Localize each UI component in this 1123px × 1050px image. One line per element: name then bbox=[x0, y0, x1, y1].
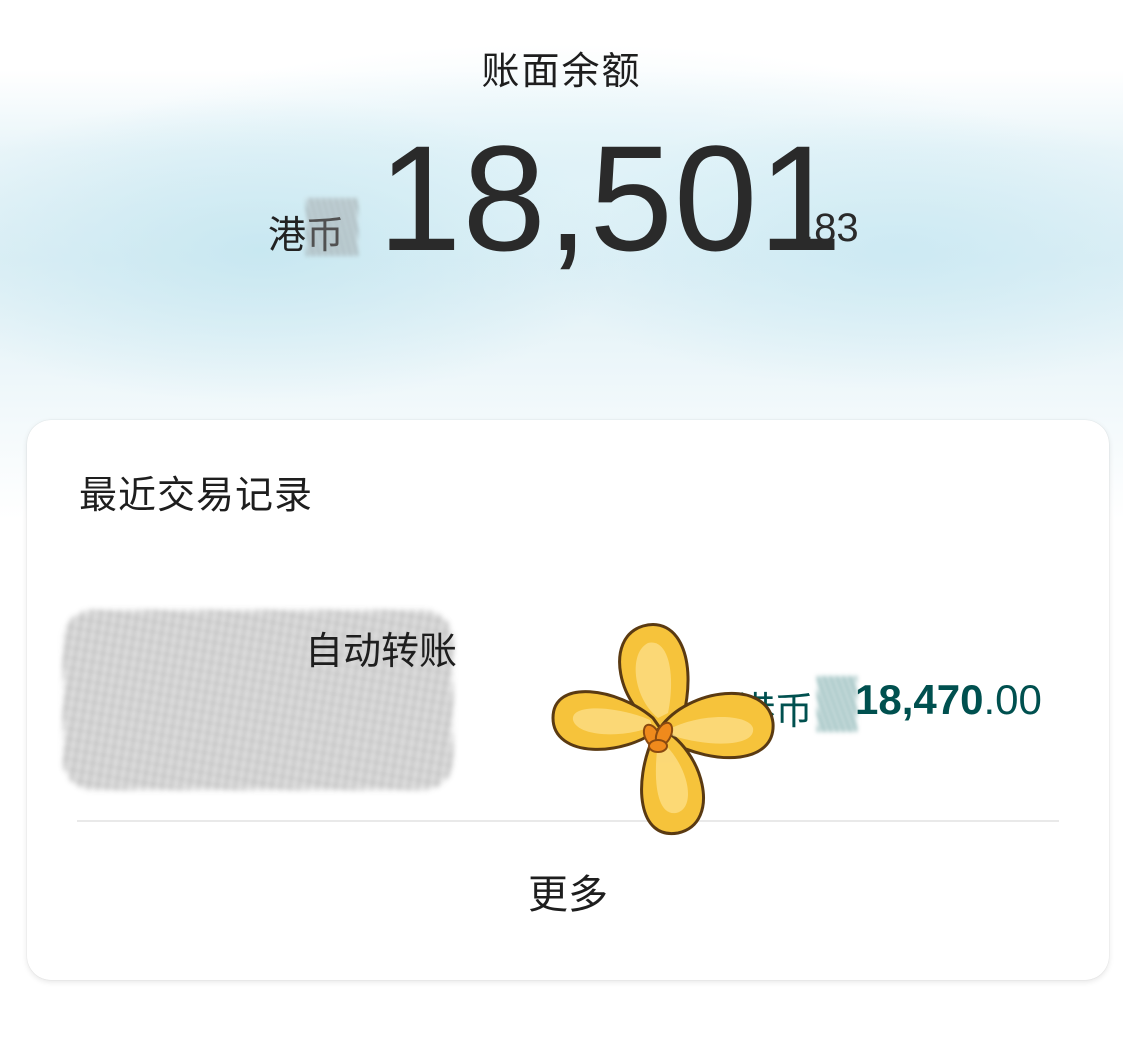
flower-sticker-icon bbox=[548, 618, 778, 843]
redaction-smudge bbox=[306, 198, 358, 256]
more-button[interactable]: 更多 bbox=[468, 860, 668, 930]
transaction-description: 自动转账 bbox=[305, 629, 458, 673]
balance-amount-integer: 18,501 bbox=[378, 114, 843, 282]
transaction-amount: 18,470.00 bbox=[855, 676, 1042, 724]
balance-display: 港币 18,501 .83 bbox=[0, 118, 1123, 278]
balance-title: 账面余额 bbox=[481, 49, 642, 93]
recent-transactions-title: 最近交易记录 bbox=[79, 473, 314, 517]
transaction-amount-decimal: .00 bbox=[983, 676, 1042, 723]
redaction-smudge bbox=[817, 676, 857, 732]
balance-amount-decimal: .83 bbox=[803, 206, 859, 250]
transaction-amount-integer: 18,470 bbox=[855, 676, 984, 723]
